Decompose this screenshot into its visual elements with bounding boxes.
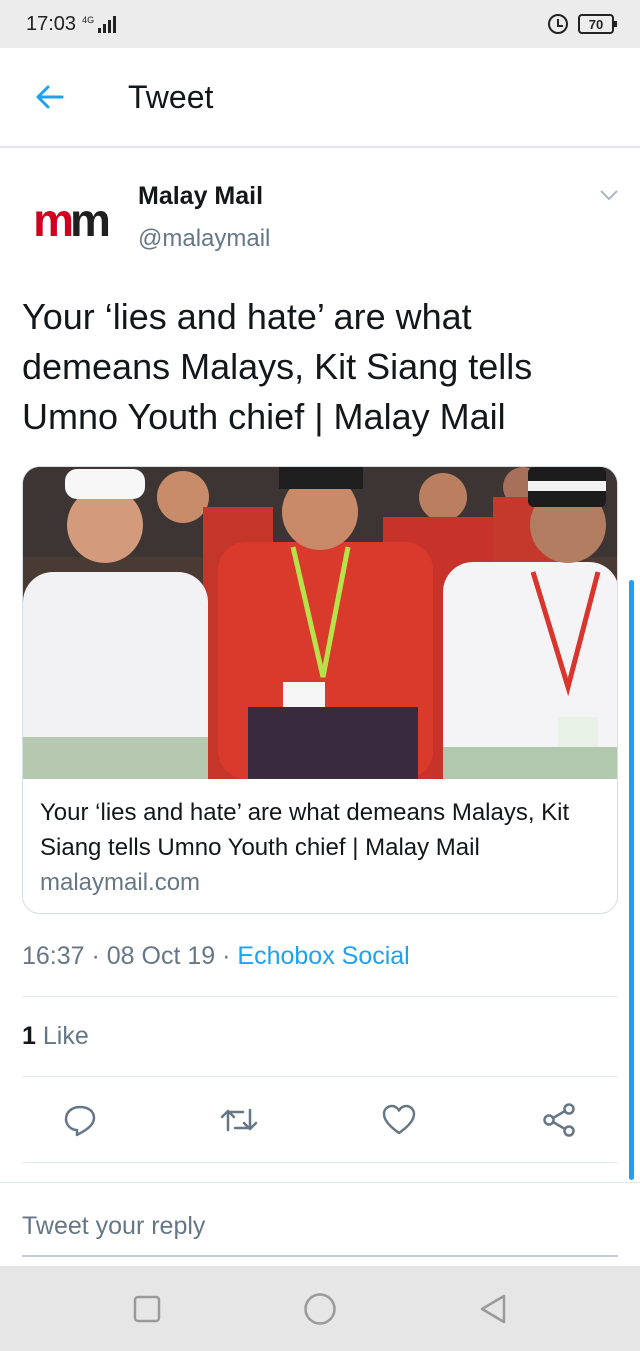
share-button[interactable]: [539, 1100, 579, 1140]
card-title: Your ‘lies and hate’ are what demeans Ma…: [40, 799, 570, 861]
chevron-down-icon[interactable]: [598, 184, 620, 206]
card-image: [23, 467, 617, 779]
system-nav-bar: [0, 1266, 640, 1351]
tweet-text: Your ‘lies and hate’ are what demeans Ma…: [22, 296, 533, 437]
share-icon: [543, 1103, 575, 1137]
author-handle[interactable]: @malaymail: [138, 225, 270, 253]
app-bar: Tweet: [0, 48, 640, 148]
back-nav-button[interactable]: [463, 1279, 523, 1339]
tweet-actions: [22, 1096, 618, 1144]
retweet-button[interactable]: [219, 1100, 259, 1140]
card-body: Your ‘lies and hate’ are what demeans Ma…: [23, 779, 617, 913]
page-title: Tweet: [128, 78, 214, 115]
home-button[interactable]: [290, 1279, 350, 1339]
alarm-icon: [548, 14, 568, 34]
likes-count[interactable]: 1 Like: [22, 1022, 89, 1051]
avatar[interactable]: mm: [22, 172, 118, 268]
retweet-icon: [220, 1108, 258, 1132]
like-icon: [382, 1104, 416, 1135]
status-right: 70: [548, 14, 617, 34]
tweet-header: mm Malay Mail @malaymail: [0, 150, 640, 270]
tweet-date: 08 Oct 19: [106, 942, 216, 970]
back-button[interactable]: [22, 69, 78, 125]
reply-button[interactable]: [60, 1100, 100, 1140]
status-time: 17:03: [26, 12, 77, 35]
author-name[interactable]: Malay Mail: [138, 182, 263, 211]
tweet-metadata: 16:37 · 08 Oct 19 · Echobox Social: [22, 942, 410, 970]
tweet-time: 16:37: [22, 942, 85, 970]
status-bar: 17:03 4G 70: [0, 0, 640, 48]
like-button[interactable]: [379, 1100, 419, 1140]
card-domain: malaymail.com: [40, 869, 201, 896]
divider: [22, 996, 618, 997]
reply-icon: [64, 1105, 96, 1137]
circle-icon: [304, 1292, 336, 1325]
like-count-value: 1: [22, 1022, 36, 1050]
battery-icon: 70: [578, 14, 617, 34]
divider: [22, 1162, 618, 1163]
tweet-source-link[interactable]: Echobox Social: [237, 942, 409, 970]
square-icon: [133, 1295, 160, 1322]
network-type: 4G: [82, 15, 95, 25]
avatar-logo-2: m: [70, 194, 111, 246]
tweet-detail: mm Malay Mail @malaymail Your ‘lies and …: [0, 150, 640, 1163]
card-photo: [23, 467, 617, 779]
link-card[interactable]: Your ‘lies and hate’ are what demeans Ma…: [22, 466, 618, 914]
triangle-back-icon: [481, 1294, 506, 1323]
scrollbar[interactable]: [629, 580, 634, 1180]
reply-input[interactable]: [22, 1183, 618, 1257]
signal-icon: 4G: [82, 15, 117, 33]
battery-level: 70: [588, 16, 604, 32]
reply-area: [0, 1182, 640, 1266]
recent-apps-button[interactable]: [117, 1279, 177, 1339]
like-count-label: Like: [42, 1022, 89, 1050]
divider: [22, 1076, 618, 1077]
avatar-logo: m: [33, 194, 74, 246]
back-arrow-icon: [36, 85, 64, 109]
